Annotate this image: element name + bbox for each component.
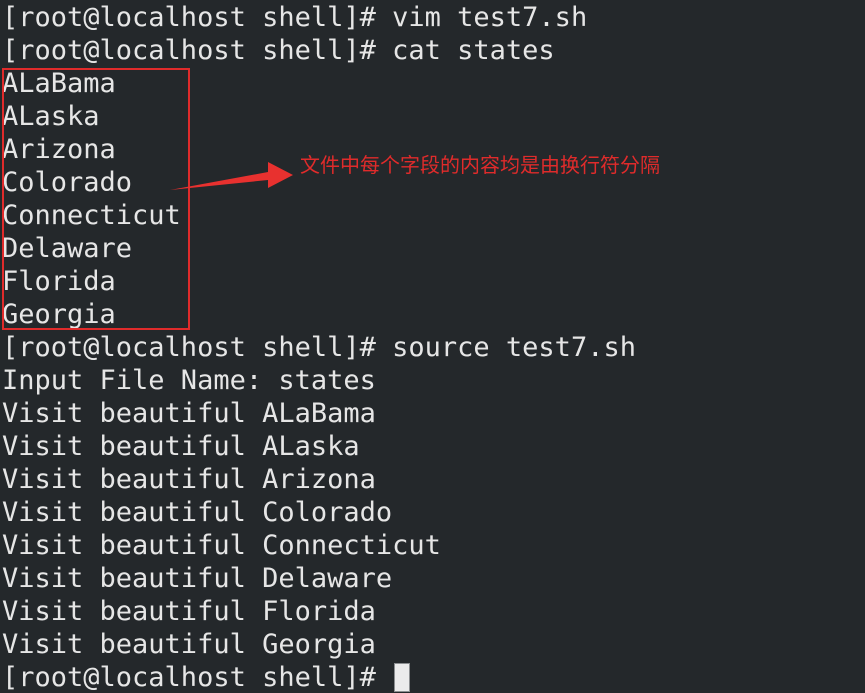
- terminal-line-visit-alaska: Visit beautiful ALaska: [2, 431, 360, 462]
- terminal-line-visit-arizona: Visit beautiful Arizona: [2, 464, 376, 495]
- terminal-window[interactable]: [root@localhost shell]# vim test7.sh [ro…: [0, 0, 865, 693]
- terminal-output: [root@localhost shell]# vim test7.sh [ro…: [0, 0, 865, 693]
- terminal-line-command-vim: [root@localhost shell]# vim test7.sh: [2, 2, 588, 33]
- prompt-text: [root@localhost shell]#: [2, 662, 393, 693]
- terminal-line-input-file-name: Input File Name: states: [2, 365, 376, 396]
- terminal-line-state-connecticut: Connecticut: [2, 200, 181, 231]
- terminal-line-visit-connecticut: Visit beautiful Connecticut: [2, 530, 441, 561]
- terminal-line-visit-florida: Visit beautiful Florida: [2, 596, 376, 627]
- annotation-caption: 文件中每个字段的内容均是由换行符分隔: [300, 153, 660, 177]
- terminal-line-visit-alabama: Visit beautiful ALaBama: [2, 398, 376, 429]
- terminal-line-state-alaska: ALaska: [2, 101, 100, 132]
- terminal-line-state-florida: Florida: [2, 266, 116, 297]
- terminal-line-state-delaware: Delaware: [2, 233, 133, 264]
- text-cursor: [394, 663, 411, 692]
- terminal-line-visit-colorado: Visit beautiful Colorado: [2, 497, 393, 528]
- terminal-line-state-alabama: ALaBama: [2, 68, 116, 99]
- terminal-line-visit-delaware: Visit beautiful Delaware: [2, 563, 393, 594]
- terminal-line-command-cat: [root@localhost shell]# cat states: [2, 35, 555, 66]
- terminal-line-visit-georgia: Visit beautiful Georgia: [2, 629, 376, 660]
- terminal-line-state-georgia: Georgia: [2, 299, 116, 330]
- terminal-line-command-source: [root@localhost shell]# source test7.sh: [2, 332, 636, 363]
- terminal-prompt-line-active[interactable]: [root@localhost shell]#: [0, 661, 865, 693]
